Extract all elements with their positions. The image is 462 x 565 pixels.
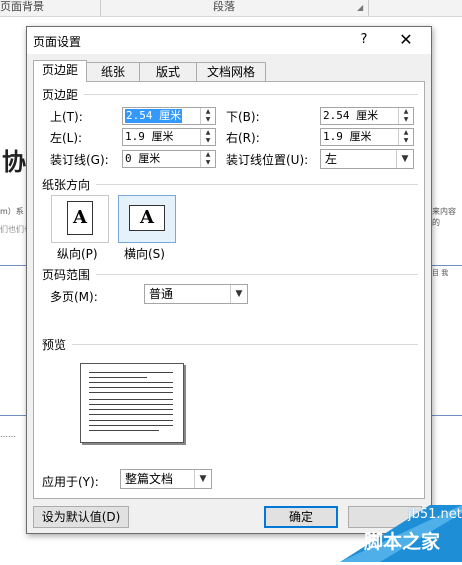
preview-text-line (89, 399, 173, 400)
spin-up-icon[interactable]: ▲ (399, 108, 413, 116)
preview-text-line (89, 377, 147, 378)
ribbon-group-paragraph[interactable]: 段落 (213, 0, 235, 14)
top-margin-value[interactable]: 2.54 厘米 (125, 109, 183, 123)
section-title-pages: 页码范围 (42, 268, 91, 282)
gutter-position-label: 装订线位置(U): (226, 153, 309, 167)
gutter-spinner[interactable]: 0 厘米 ▲ ▼ (122, 150, 216, 168)
chevron-down-icon[interactable]: ▼ (194, 470, 211, 488)
preview-text-line (89, 414, 173, 415)
preview-text-line (89, 404, 173, 405)
spin-up-icon[interactable]: ▲ (399, 129, 413, 137)
close-button[interactable]: ✕ (395, 30, 417, 50)
document-text-fragment: 来内容的 (432, 207, 456, 227)
preview-text-line (89, 430, 159, 431)
spin-down-icon[interactable]: ▼ (201, 159, 215, 167)
spin-up-icon[interactable]: ▲ (201, 151, 215, 159)
left-margin-value[interactable]: 1.9 厘米 (125, 130, 174, 144)
right-margin-value[interactable]: 1.9 厘米 (323, 130, 372, 144)
chevron-down-icon[interactable]: ▼ (230, 285, 247, 303)
portrait-page-icon: A (67, 201, 93, 235)
section-title-margins: 页边距 (42, 88, 79, 102)
preview-page (80, 363, 184, 443)
section-divider (72, 344, 418, 345)
page-setup-dialog: 页面设置 ? ✕ 页边距 纸张 版式 文档网格 页边距 上(T): 2.54 厘… (26, 26, 432, 534)
gutter-position-value: 左 (325, 152, 338, 166)
multiple-pages-dropdown[interactable]: 普通 ▼ (144, 284, 248, 304)
preview-text-line (89, 425, 173, 426)
landscape-option[interactable]: A (118, 195, 176, 243)
left-margin-spinner[interactable]: 1.9 厘米 ▲ ▼ (122, 128, 216, 146)
portrait-option[interactable]: A (51, 195, 109, 243)
spin-down-icon[interactable]: ▼ (201, 116, 215, 124)
gutter-value[interactable]: 0 厘米 (125, 152, 160, 166)
section-title-orientation: 纸张方向 (42, 178, 91, 192)
bottom-margin-spinner[interactable]: 2.54 厘米 ▲ ▼ (320, 107, 414, 125)
section-divider (96, 274, 418, 275)
set-as-default-button[interactable]: 设为默认值(D) (33, 506, 129, 528)
ribbon-separator (100, 0, 101, 16)
multiple-pages-label: 多页(M): (50, 290, 98, 304)
section-divider (84, 94, 418, 95)
dialog-titlebar[interactable]: 页面设置 ? ✕ (27, 27, 431, 54)
preview-text-line (89, 409, 173, 410)
tab-paper[interactable]: 纸张 (86, 62, 140, 81)
apply-to-value: 整篇文档 (125, 472, 174, 486)
apply-to-label: 应用于(Y): (42, 475, 99, 489)
gutter-label: 装订线(G): (50, 153, 109, 167)
right-margin-label: 右(R): (226, 131, 260, 145)
portrait-label[interactable]: 纵向(P) (57, 245, 98, 262)
bottom-margin-label: 下(B): (226, 110, 260, 124)
multiple-pages-value: 普通 (149, 287, 174, 301)
ribbon-bar: 页面背景 段落 ◢ (0, 0, 462, 17)
tab-margins[interactable]: 页边距 (33, 60, 87, 82)
preview-text-line (89, 372, 173, 373)
chevron-down-icon[interactable]: ▼ (396, 150, 413, 168)
landscape-label[interactable]: 横向(S) (124, 245, 165, 262)
bottom-margin-value[interactable]: 2.54 厘米 (323, 109, 378, 123)
spin-down-icon[interactable]: ▼ (399, 137, 413, 145)
tab-layout[interactable]: 版式 (139, 62, 197, 81)
section-divider (96, 184, 418, 185)
left-margin-label: 左(L): (50, 131, 83, 145)
preview-text-line (89, 382, 173, 383)
top-margin-label: 上(T): (50, 110, 83, 124)
watermark-name: 脚本之家 (364, 531, 441, 553)
spin-down-icon[interactable]: ▼ (399, 116, 413, 124)
preview-text-line (89, 387, 173, 388)
watermark-site: jb51.net (408, 507, 462, 522)
site-watermark: jb51.net 脚本之家 (340, 505, 462, 562)
dialog-launcher-icon[interactable]: ◢ (357, 3, 363, 12)
top-margin-spinner[interactable]: 2.54 厘米 ▲ ▼ (122, 107, 216, 125)
section-title-preview: 预览 (42, 338, 67, 352)
right-margin-spinner[interactable]: 1.9 厘米 ▲ ▼ (320, 128, 414, 146)
preview-text-line (89, 420, 173, 421)
document-ellipsis: …… (0, 430, 16, 439)
ok-button[interactable]: 确定 (264, 506, 338, 528)
ribbon-group-page-background[interactable]: 页面背景 (0, 0, 44, 14)
landscape-page-icon: A (129, 205, 165, 231)
preview-text-line (89, 392, 173, 393)
gutter-position-dropdown[interactable]: 左 ▼ (320, 149, 414, 169)
margins-panel: 页边距 上(T): 2.54 厘米 ▲ ▼ 下(B): 2.54 厘米 ▲ ▼ 左(… (33, 81, 425, 499)
document-text-fragment: 目 我 (432, 269, 449, 277)
help-button[interactable]: ? (355, 30, 373, 50)
document-heading-fragment: 协 (2, 148, 26, 176)
spin-down-icon[interactable]: ▼ (201, 137, 215, 145)
spin-up-icon[interactable]: ▲ (201, 129, 215, 137)
tab-document-grid[interactable]: 文档网格 (196, 62, 266, 81)
document-text-fragment: m）系 (0, 207, 24, 216)
ribbon-separator (368, 0, 369, 16)
apply-to-dropdown[interactable]: 整篇文档 ▼ (120, 469, 212, 489)
dialog-title: 页面设置 (33, 35, 82, 49)
spin-up-icon[interactable]: ▲ (201, 108, 215, 116)
